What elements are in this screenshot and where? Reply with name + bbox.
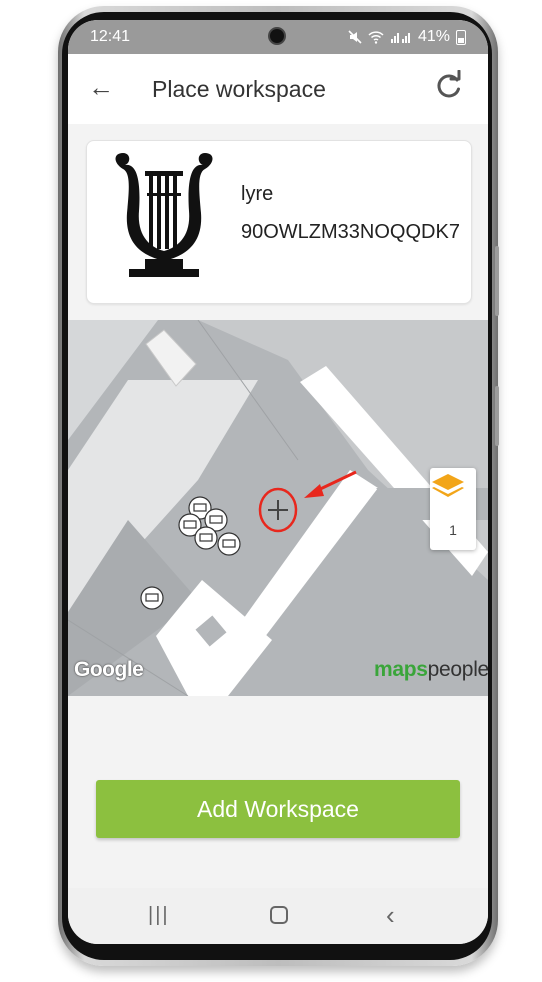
map-room xyxy=(145,329,197,387)
floor-map[interactable]: 1 Google mapspeople xyxy=(68,320,488,696)
page-content: lyre 90OWLZM33NOQQDK7 1 Google mapspeopl… xyxy=(68,124,488,904)
map-canvas[interactable] xyxy=(68,320,488,696)
floor-number[interactable]: 1 xyxy=(430,522,476,538)
lyre-icon xyxy=(115,153,213,277)
wifi-icon xyxy=(368,31,384,44)
recents-icon[interactable]: ||| xyxy=(148,904,170,927)
workspace-code: 90OWLZM33NOQQDK7 xyxy=(241,221,460,243)
home-icon[interactable] xyxy=(270,906,288,924)
add-workspace-button[interactable]: Add Workspace xyxy=(96,780,460,838)
system-nav-bar: ||| ‹ xyxy=(68,888,488,944)
volume-button xyxy=(495,246,499,316)
layers-icon[interactable] xyxy=(430,468,466,504)
app-bar: ← Place workspace xyxy=(68,54,488,124)
nav-back-icon[interactable]: ‹ xyxy=(386,900,395,931)
google-attribution: Google xyxy=(74,658,144,681)
status-bar: 12:41 41% xyxy=(68,20,488,54)
floor-selector[interactable]: 1 xyxy=(430,468,476,550)
desk-icon[interactable] xyxy=(140,586,164,610)
phone-screen: 12:41 41% ← Place workspace lyre 90OWLZM… xyxy=(68,20,488,944)
status-icons: 41% xyxy=(348,28,466,46)
desk-icon[interactable] xyxy=(194,526,218,550)
power-button xyxy=(495,386,499,446)
status-time: 12:41 xyxy=(90,28,131,45)
mapspeople-logo-people: people xyxy=(427,658,488,681)
arrow-left-icon[interactable]: ← xyxy=(88,72,114,103)
placement-marker[interactable] xyxy=(258,487,298,533)
workspace-name: lyre xyxy=(241,183,274,205)
mapspeople-logo: mapspeople xyxy=(374,658,488,682)
battery-icon xyxy=(456,29,466,45)
signal-icon xyxy=(390,33,410,43)
mute-icon xyxy=(348,30,362,44)
battery-percent: 41% xyxy=(417,28,450,45)
refresh-icon[interactable] xyxy=(434,70,464,100)
workspace-card: lyre 90OWLZM33NOQQDK7 xyxy=(86,140,472,304)
mapspeople-logo-maps: maps xyxy=(374,658,428,681)
desk-icon[interactable] xyxy=(217,532,241,556)
front-camera xyxy=(268,27,286,45)
page-title: Place workspace xyxy=(152,76,326,102)
